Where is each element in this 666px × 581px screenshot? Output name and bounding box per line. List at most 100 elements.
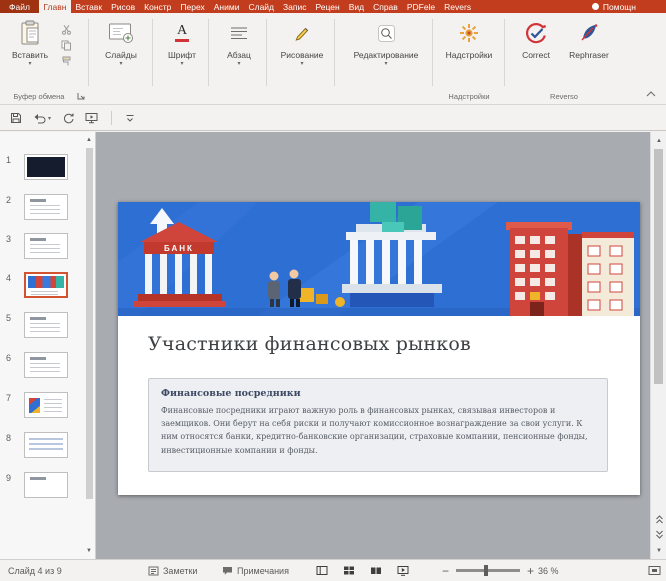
scroll-down-arrow-icon[interactable]: ▼ <box>651 543 666 558</box>
scrollbar-thumb[interactable] <box>654 149 663 384</box>
save-button[interactable] <box>10 112 22 124</box>
canvas-scrollbar[interactable]: ▲ ▼ <box>650 132 666 559</box>
copy-button[interactable] <box>56 38 76 52</box>
tab-animations[interactable]: Аними <box>209 0 244 13</box>
paragraph-button[interactable]: Абзац ▾ <box>216 18 262 92</box>
notes-icon <box>148 566 159 576</box>
slide-thumbnail-panel: 1 2 3 4 5 6 7 <box>0 132 96 559</box>
status-bar: Слайд 4 из 9 Заметки Примечания <box>0 559 666 581</box>
redo-button[interactable] <box>62 112 74 124</box>
addins-group-label: Надстройки <box>440 92 498 101</box>
notes-toggle-button[interactable]: Заметки <box>148 560 197 581</box>
thumbnail-row: 1 <box>0 154 84 184</box>
slide-counter[interactable]: Слайд 4 из 9 <box>8 560 62 581</box>
reverso-rephraser-button[interactable]: Rephraser <box>562 18 616 92</box>
format-painter-button[interactable] <box>56 54 76 68</box>
font-button[interactable]: А Шрифт ▾ <box>160 18 204 92</box>
slide-thumbnail-9[interactable] <box>24 472 68 498</box>
drawing-button[interactable]: Рисование ▾ <box>274 18 330 92</box>
tab-pdfelement[interactable]: PDFele <box>402 0 439 13</box>
tab-insert[interactable]: Вставк <box>71 0 107 13</box>
thumbnail-scrollbar[interactable]: ▲ ▼ <box>83 132 95 559</box>
addins-button[interactable]: Надстройки <box>440 18 498 92</box>
tab-reverso[interactable]: Revers <box>440 0 476 13</box>
zoom-slider[interactable] <box>456 569 520 572</box>
normal-view-button[interactable] <box>312 563 332 579</box>
slide-thumbnail-4[interactable] <box>24 272 68 298</box>
slide-sorter-view-button[interactable] <box>339 563 359 579</box>
undo-button[interactable]: ▾ <box>33 113 51 124</box>
thumbnail-row: 5 <box>0 312 84 342</box>
fit-slide-to-window-button[interactable] <box>648 560 661 581</box>
tab-review[interactable]: Рецен <box>311 0 344 13</box>
slide-banner-illustration[interactable]: БАНК <box>118 202 640 316</box>
slide-title-textbox[interactable]: Участники финансовых рынков <box>148 333 610 355</box>
paste-button[interactable]: Вставить ▾ <box>8 18 52 92</box>
editing-button[interactable]: Редактирование ▾ <box>344 18 428 92</box>
thumbnail-number: 8 <box>6 433 11 443</box>
ribbon-tab-bar: Файл Главн Вставк Рисов Констр Перех Ани… <box>0 0 666 13</box>
slides-button[interactable]: Слайды ▾ <box>96 18 146 92</box>
comments-toggle-button[interactable]: Примечания <box>222 560 289 581</box>
chevron-down-icon: ▾ <box>48 116 51 122</box>
reverso-correct-button[interactable]: Correct <box>512 18 560 92</box>
chevron-down-icon: ▾ <box>237 61 240 67</box>
help-lightbulb-icon <box>592 3 599 10</box>
tab-record[interactable]: Запис <box>279 0 311 13</box>
tab-home[interactable]: Главн <box>39 0 71 13</box>
slide-thumbnail-8[interactable] <box>24 432 68 458</box>
previous-slide-button[interactable] <box>651 512 666 527</box>
slide-thumbnail-1[interactable] <box>24 154 68 180</box>
reading-view-button[interactable] <box>366 563 386 579</box>
cut-button[interactable] <box>56 22 76 36</box>
pen-icon <box>294 18 310 48</box>
thumbnail-number: 5 <box>6 313 11 323</box>
tab-draw[interactable]: Рисов <box>107 0 140 13</box>
comment-icon <box>222 566 233 576</box>
chevron-down-icon: ▾ <box>180 61 183 67</box>
slide-thumbnail-3[interactable] <box>24 233 68 259</box>
chevron-down-icon: ▾ <box>384 61 387 67</box>
slide-4-editing-surface[interactable]: БАНК <box>118 202 640 495</box>
thumbnail-number: 4 <box>6 273 11 283</box>
tab-design[interactable]: Констр <box>140 0 176 13</box>
slide-thumbnail-5[interactable] <box>24 312 68 338</box>
ribbon-group-separator <box>88 19 89 86</box>
tab-view[interactable]: Вид <box>344 0 368 13</box>
tab-file[interactable]: Файл <box>0 0 39 13</box>
zoom-out-button[interactable]: − <box>442 565 449 577</box>
chevron-down-icon: ▾ <box>28 61 31 67</box>
thumbnail-number: 7 <box>6 393 11 403</box>
scroll-up-arrow-icon[interactable]: ▲ <box>83 134 95 146</box>
slideshow-view-button[interactable] <box>393 563 413 579</box>
zoom-percentage-button[interactable]: 36 % <box>538 560 559 581</box>
help-assistant-button[interactable]: Помощн <box>592 0 666 13</box>
clipboard-dialog-launcher[interactable] <box>76 91 86 101</box>
thumbnail-number: 1 <box>6 155 11 165</box>
zoom-in-button[interactable]: + <box>527 565 534 577</box>
slide-content-box[interactable]: Финансовые посредники Финансовые посредн… <box>148 378 608 472</box>
thumbnail-number: 2 <box>6 195 11 205</box>
customize-quick-access-button[interactable] <box>125 113 135 123</box>
thumbnail-number: 3 <box>6 234 11 244</box>
ribbon-group-separator <box>504 19 505 86</box>
chevron-down-icon: ▾ <box>119 61 122 67</box>
start-slideshow-button[interactable] <box>85 112 98 124</box>
addins-sun-icon <box>459 18 479 48</box>
zoom-slider-thumb[interactable] <box>484 565 488 576</box>
tab-slideshow[interactable]: Слайд <box>244 0 279 13</box>
slide-thumbnail-2[interactable] <box>24 194 68 220</box>
tab-help[interactable]: Справ <box>369 0 403 13</box>
scrollbar-thumb[interactable] <box>86 148 93 499</box>
scroll-up-arrow-icon[interactable]: ▲ <box>651 133 666 148</box>
thumbnail-row-selected: 4 <box>0 272 84 302</box>
slide-thumbnail-7[interactable] <box>24 392 68 418</box>
next-slide-button[interactable] <box>651 527 666 542</box>
slide-thumbnail-6[interactable] <box>24 352 68 378</box>
clipboard-paste-icon <box>19 18 41 48</box>
main-area: 1 2 3 4 5 6 7 <box>0 132 666 559</box>
scroll-down-arrow-icon[interactable]: ▼ <box>83 545 95 557</box>
view-switcher <box>312 560 413 581</box>
collapse-ribbon-button[interactable] <box>643 87 659 100</box>
tab-transitions[interactable]: Перех <box>176 0 209 13</box>
